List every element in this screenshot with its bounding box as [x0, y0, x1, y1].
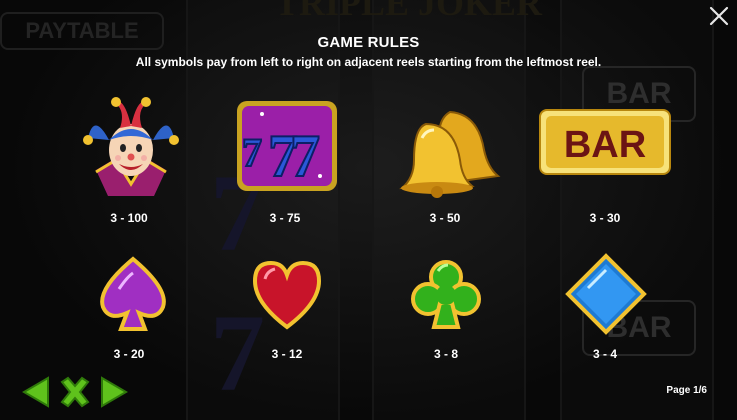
seven-payout: 3 - 75	[269, 211, 301, 225]
rules-title: GAME RULES	[317, 34, 420, 51]
heart-icon	[252, 260, 322, 330]
bell-payout: 3 - 50	[429, 211, 461, 225]
club-symbol	[408, 257, 484, 333]
diamond-payout: 3 - 4	[592, 347, 617, 361]
bell-icon	[399, 110, 501, 198]
previous-page-button[interactable]	[20, 376, 52, 408]
svg-text:7: 7	[242, 130, 262, 175]
club-payout: 3 - 8	[433, 347, 458, 361]
joker-icon	[83, 97, 179, 196]
next-page-button[interactable]	[98, 376, 130, 408]
close-rules-button[interactable]	[58, 376, 92, 408]
spade-symbol	[93, 255, 173, 335]
joker-payout: 3 - 100	[110, 211, 148, 225]
diamond-icon	[565, 253, 647, 335]
page-indicator: Page 1/6	[666, 385, 707, 396]
bar-payout: 3 - 30	[589, 211, 621, 225]
svg-text:7: 7	[290, 123, 320, 189]
seven-symbol: 7 7 7	[232, 96, 342, 206]
close-icon	[709, 6, 729, 26]
arrow-left-icon	[22, 376, 49, 408]
club-icon	[411, 260, 481, 329]
spade-payout: 3 - 20	[113, 347, 145, 361]
arrow-right-icon	[101, 376, 128, 408]
seven-icon: 7 7 7	[237, 101, 337, 191]
rules-description: All symbols pay from left to right on ad…	[135, 55, 602, 69]
heart-symbol	[249, 257, 325, 333]
heart-payout: 3 - 12	[271, 347, 303, 361]
close-button[interactable]	[705, 2, 733, 30]
diamond-symbol	[564, 252, 648, 336]
bar-label: BAR	[564, 124, 646, 166]
bell-symbol	[392, 98, 502, 208]
bar-symbol: BAR	[538, 100, 672, 186]
bar-icon: BAR	[539, 109, 671, 175]
close-icon	[60, 376, 90, 408]
background-game-title: TRIPLE JOKER	[275, 0, 543, 23]
spade-icon	[100, 256, 166, 331]
joker-symbol	[76, 92, 186, 202]
